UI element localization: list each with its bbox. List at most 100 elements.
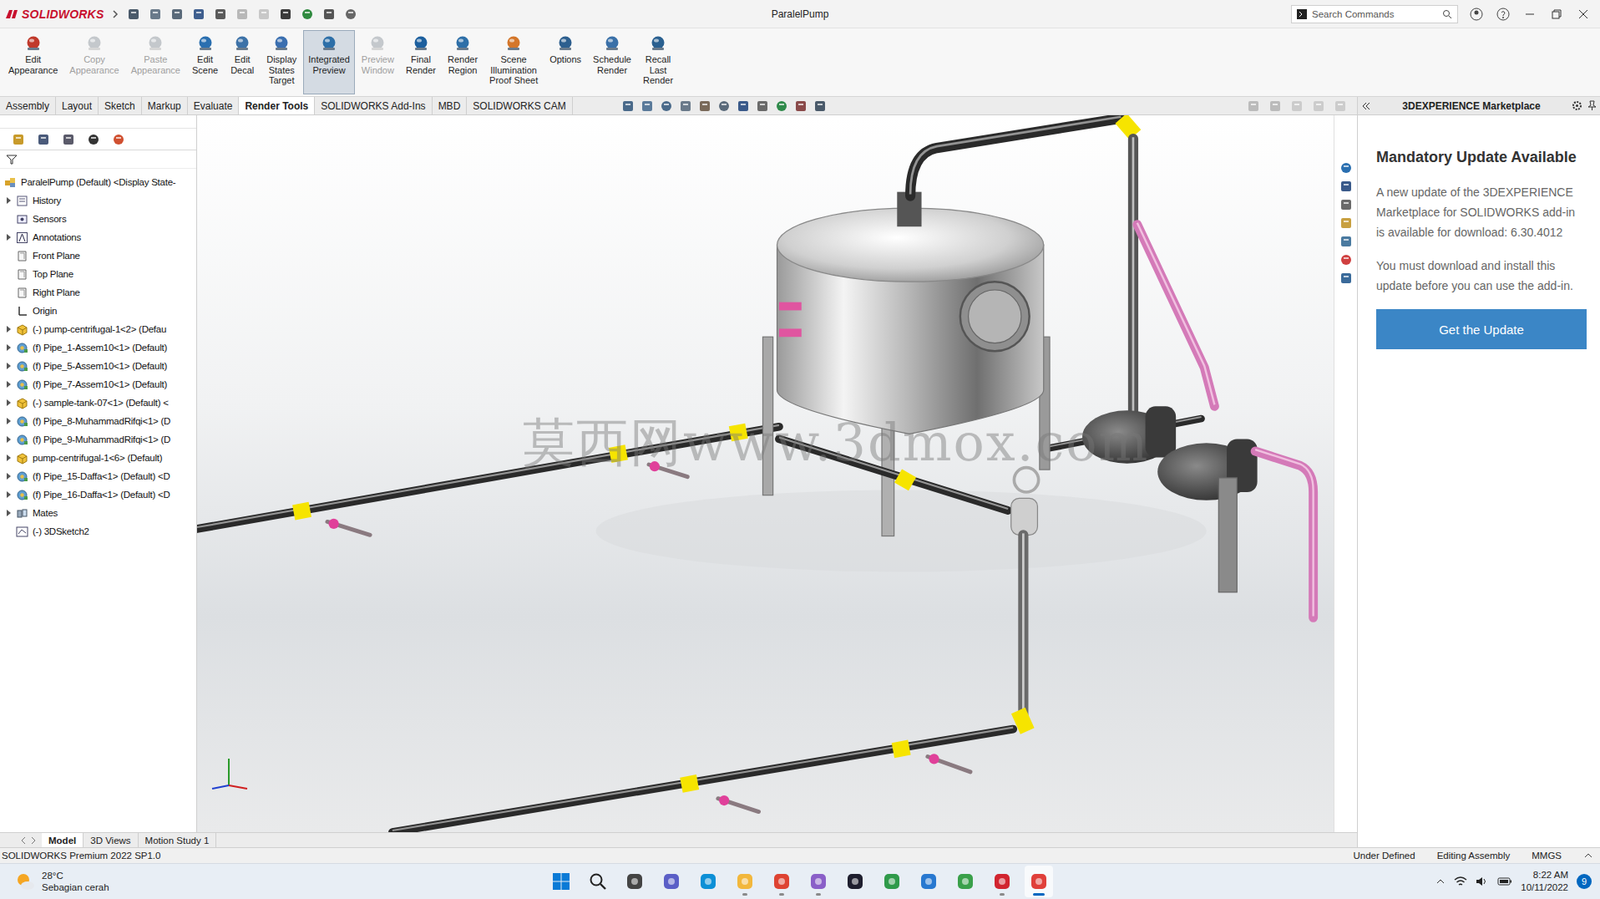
command-tab[interactable]: MBD (432, 96, 468, 115)
scroll-right-icon[interactable] (30, 835, 37, 845)
view-tool-icon[interactable] (640, 99, 654, 113)
view-tool-icon[interactable] (621, 99, 635, 113)
pin-icon[interactable] (1587, 100, 1597, 112)
notification-badge[interactable]: 9 (1576, 873, 1592, 889)
command-tab[interactable]: Render Tools (238, 96, 315, 115)
taskbar-app[interactable] (1024, 865, 1054, 897)
expand-arrow[interactable] (5, 270, 12, 278)
ribbon-button[interactable]: CopyAppearance (64, 30, 124, 95)
customize-icon[interactable] (1583, 850, 1594, 861)
ribbon-button[interactable]: DisplayStatesTarget (261, 30, 302, 95)
expand-arrow[interactable] (5, 435, 12, 443)
view-tool-icon[interactable] (736, 99, 750, 113)
tree-item[interactable]: (f) Pipe_15-Daffa<1> (Default) <D (0, 466, 197, 486)
expand-arrow[interactable] (5, 307, 12, 314)
task-pane-tab-icon[interactable] (1339, 216, 1353, 230)
tree-item[interactable]: Right Plane (0, 283, 197, 302)
expand-arrow[interactable] (5, 399, 12, 406)
filter-icon[interactable] (5, 153, 18, 166)
ribbon-button[interactable]: PasteAppearance (126, 30, 186, 95)
redo-icon[interactable] (257, 7, 271, 21)
model-tab[interactable]: Motion Study 1 (138, 832, 218, 847)
task-pane-tab-icon[interactable] (1339, 271, 1353, 285)
taskbar-app[interactable] (804, 865, 833, 897)
open-icon[interactable] (170, 7, 184, 21)
taskbar-app[interactable] (914, 865, 943, 897)
graphics-area[interactable]: 莫西网www.3dmox.com (197, 115, 1334, 832)
new-file-icon[interactable] (148, 7, 163, 21)
minimize-button[interactable] (1521, 5, 1539, 23)
tile-view-icon[interactable] (1268, 99, 1282, 113)
expand-arrow[interactable] (5, 215, 12, 223)
model-tab[interactable]: Model (41, 832, 84, 847)
volume-icon[interactable] (1475, 875, 1489, 887)
tree-item[interactable]: Front Plane (0, 246, 197, 265)
options-icon[interactable] (344, 7, 358, 21)
scroll-left-icon[interactable] (20, 835, 27, 845)
ribbon-button[interactable]: SceneIlluminationProof Sheet (484, 30, 543, 95)
tree-item[interactable]: (-) pump-centrifugal-1<2> (Defau (0, 319, 197, 339)
ribbon-button[interactable]: FinalRender (400, 30, 441, 95)
tree-item[interactable]: Origin (0, 301, 197, 320)
taskbar-app[interactable] (840, 865, 870, 897)
dimxpert-tab-icon[interactable] (86, 132, 101, 147)
task-pane-tab-icon[interactable] (1339, 234, 1353, 249)
view-tool-icon[interactable] (678, 99, 693, 113)
command-tab[interactable]: Sketch (98, 96, 142, 115)
doc-restore-icon[interactable] (1311, 99, 1326, 113)
view-tool-icon[interactable] (755, 99, 770, 113)
battery-icon[interactable] (1497, 875, 1513, 887)
search-commands[interactable]: Search Commands (1291, 5, 1459, 24)
model-canvas[interactable] (197, 115, 1334, 832)
expand-arrow[interactable] (5, 325, 12, 333)
tree-item[interactable]: Mates (0, 503, 197, 522)
user-button[interactable] (1468, 5, 1485, 23)
tray-chevron-icon[interactable] (1435, 875, 1446, 887)
home-icon[interactable] (126, 7, 141, 21)
task-pane-tab-icon[interactable] (1339, 253, 1353, 267)
select-icon[interactable] (278, 7, 293, 21)
taskbar-app[interactable] (877, 865, 907, 897)
ribbon-button[interactable]: EditAppearance (3, 30, 63, 95)
tree-item[interactable]: Annotations (0, 227, 197, 247)
taskbar-app[interactable] (693, 865, 723, 897)
command-tab[interactable]: SOLIDWORKS Add-Ins (314, 96, 432, 115)
help-button[interactable] (1494, 5, 1512, 23)
taskbar-app[interactable] (620, 865, 649, 897)
expand-arrow[interactable] (5, 362, 12, 370)
taskbar-app[interactable] (987, 865, 1017, 897)
taskbar-app[interactable] (657, 865, 686, 897)
menu-arrow-icon[interactable] (111, 9, 119, 20)
command-tab[interactable]: SOLIDWORKS CAM (466, 96, 573, 115)
command-tab[interactable]: Markup (141, 96, 188, 115)
taskbar-app[interactable] (546, 865, 576, 897)
command-tab[interactable]: Assembly (0, 96, 56, 115)
tree-item[interactable]: (-) sample-tank-07<1> (Default) < (0, 393, 197, 412)
configuration-tab-icon[interactable] (61, 132, 76, 147)
expand-arrow[interactable] (5, 197, 12, 204)
tree-item[interactable]: (f) Pipe_8-MuhammadRifqi<1> (D (0, 411, 197, 431)
view-tool-icon[interactable] (659, 99, 674, 113)
tree-item[interactable]: pump-centrifugal-1<6> (Default) (0, 448, 197, 467)
ribbon-button[interactable]: RecallLastRender (637, 30, 679, 95)
view-tool-icon[interactable] (813, 99, 827, 113)
model-tab[interactable]: 3D Views (83, 832, 138, 847)
close-button[interactable] (1574, 5, 1592, 23)
taskbar-app[interactable] (730, 865, 760, 897)
ribbon-button[interactable]: Options (544, 30, 587, 95)
collapse-icon[interactable] (1361, 101, 1372, 112)
view-tool-icon[interactable] (794, 99, 808, 113)
taskbar-app[interactable] (583, 865, 613, 897)
view-tool-icon[interactable] (717, 99, 731, 113)
command-tab[interactable]: Layout (55, 96, 99, 115)
taskbar-app[interactable] (951, 865, 980, 897)
display-tab-icon[interactable] (111, 132, 126, 147)
settings-icon[interactable] (1571, 100, 1583, 112)
view-tool-icon[interactable] (774, 99, 789, 113)
task-pane-tab-icon[interactable] (1339, 179, 1353, 193)
expand-arrow[interactable] (5, 454, 12, 461)
taskbar-app[interactable] (767, 865, 796, 897)
ribbon-button[interactable]: PreviewWindow (356, 30, 400, 95)
expand-arrow[interactable] (5, 288, 12, 296)
unit-system[interactable]: MMGS (1531, 850, 1562, 861)
